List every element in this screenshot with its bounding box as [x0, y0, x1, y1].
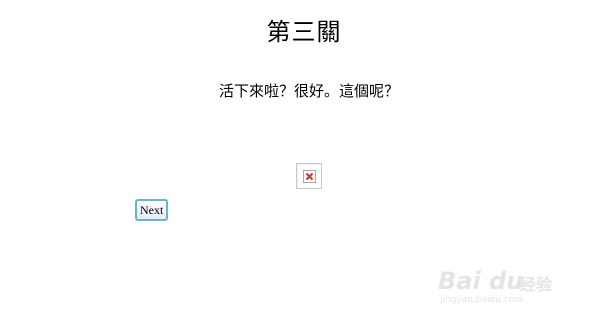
broken-image-icon [303, 170, 316, 183]
page-title: 第三關 [266, 18, 342, 46]
level-prompt: 活下來啦？很好。這個呢？ [218, 82, 399, 100]
broken-image[interactable] [296, 163, 322, 189]
baidu-watermark: Bai du 经验 jingyan.baidu.com [438, 267, 578, 307]
watermark-logo: Bai du [438, 267, 524, 295]
watermark-text: 经验 [520, 275, 553, 294]
next-button[interactable]: Next [135, 199, 169, 221]
watermark-url: jingyan.baidu.com [440, 295, 524, 305]
